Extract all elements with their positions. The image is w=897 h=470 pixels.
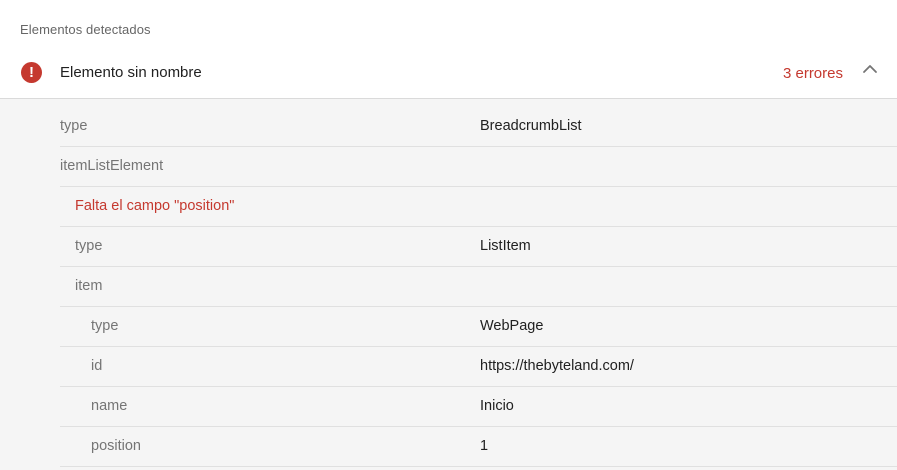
property-key: position [91, 438, 141, 454]
property-value: WebPage [480, 318, 544, 334]
section-title: Elementos detectados [20, 22, 151, 37]
property-value: 1 [480, 438, 489, 454]
chevron-up-icon[interactable] [861, 60, 879, 78]
property-key: itemListElement [60, 158, 164, 174]
property-row-type: type BreadcrumbList [60, 107, 897, 147]
property-row-item: item [60, 267, 897, 307]
property-key: item [75, 278, 103, 294]
property-key: name [91, 398, 128, 414]
property-row-type: type ListItem [60, 227, 897, 267]
missing-field-warning-row: Falta el campo "position" [60, 187, 897, 227]
item-header[interactable]: ! Elemento sin nombre 3 errores [0, 48, 897, 99]
property-row-name: name Inicio [60, 387, 897, 427]
missing-field-warning: Falta el campo "position" [75, 198, 235, 214]
property-key: id [91, 358, 103, 374]
property-row-type: type WebPage [60, 307, 897, 347]
property-value: https://thebyteland.com/ [480, 358, 634, 374]
property-row-itemlistelement: itemListElement [60, 147, 897, 187]
property-value: Inicio [480, 398, 514, 414]
property-value: BreadcrumbList [480, 118, 582, 134]
error-count: 3 errores [782, 65, 843, 82]
property-row-position: position 1 [60, 427, 897, 467]
error-icon: ! [21, 62, 42, 83]
property-value: ListItem [480, 238, 531, 254]
item-details: type BreadcrumbList itemListElement Falt… [0, 99, 897, 470]
property-key: type [75, 238, 103, 254]
property-row-id: id https://thebyteland.com/ [60, 347, 897, 387]
property-key: type [91, 318, 119, 334]
item-title: Elemento sin nombre [60, 64, 202, 81]
structured-data-panel: Elementos detectados ! Elemento sin nomb… [0, 0, 897, 470]
property-key: type [60, 118, 88, 134]
